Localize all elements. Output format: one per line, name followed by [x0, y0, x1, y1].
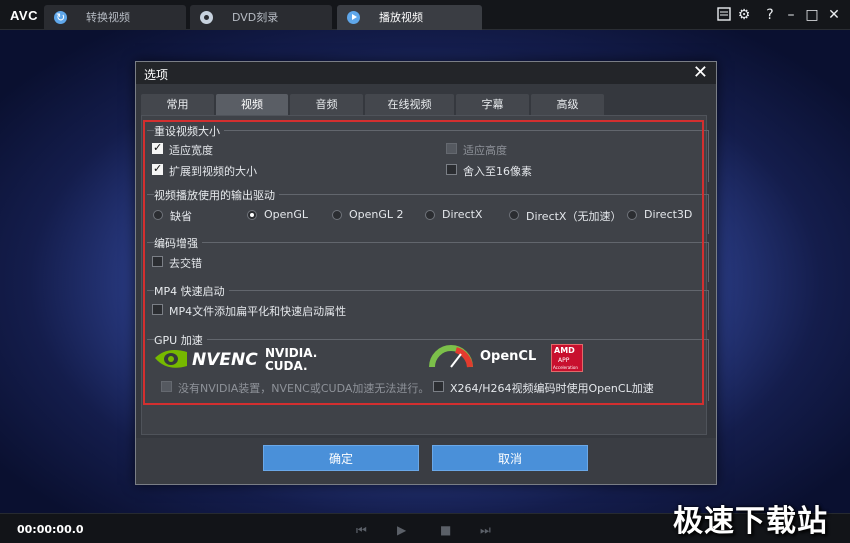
- prev-icon[interactable]: ⏮: [356, 523, 367, 538]
- disc-icon: [200, 11, 213, 24]
- minimize-icon[interactable]: –: [783, 7, 799, 23]
- play-icon[interactable]: ▶: [397, 523, 406, 537]
- tab-dvd-burn-label: DVD刻录: [232, 11, 279, 24]
- tab-convert-video-label: 转换视频: [86, 11, 130, 24]
- help-icon[interactable]: ?: [762, 7, 778, 23]
- tab-audio[interactable]: 音频: [290, 94, 363, 115]
- dialog-close-icon[interactable]: ✕: [693, 63, 708, 83]
- menu-icon[interactable]: [716, 7, 732, 23]
- play-icon: [347, 11, 360, 24]
- dialog-footer: [136, 438, 716, 484]
- stop-icon[interactable]: ■: [440, 523, 451, 537]
- tab-convert-video[interactable]: 转换视频: [44, 5, 186, 30]
- tab-play-video[interactable]: 播放视频: [337, 5, 482, 30]
- tab-online-video[interactable]: 在线视频: [365, 94, 454, 115]
- tab-subtitle[interactable]: 字幕: [456, 94, 529, 115]
- cancel-button[interactable]: 取消: [432, 445, 588, 471]
- options-dialog: 选项 ✕ 常用 视频 音频 在线视频 字幕 高级 重设视频大小 适应宽度 扩展到…: [135, 61, 717, 485]
- highlight-frame: [143, 120, 704, 405]
- playback-time: 00:00:00.0: [17, 523, 84, 536]
- watermark: 极速下载站: [673, 504, 828, 539]
- title-bar: AVC 转换视频 DVD刻录 播放视频 ⚙ ? – □ ✕: [0, 0, 850, 30]
- tab-video[interactable]: 视频: [216, 94, 288, 115]
- app-logo: AVC: [10, 8, 38, 23]
- tab-general[interactable]: 常用: [141, 94, 214, 115]
- dialog-title-bar: 选项 ✕: [136, 62, 716, 84]
- tab-play-video-label: 播放视频: [379, 11, 423, 24]
- maximize-icon[interactable]: □: [804, 7, 820, 23]
- convert-icon: [54, 5, 67, 30]
- tab-dvd-burn[interactable]: DVD刻录: [190, 5, 332, 30]
- ok-button[interactable]: 确定: [263, 445, 419, 471]
- tab-advanced[interactable]: 高级: [531, 94, 604, 115]
- dialog-title: 选项: [144, 68, 169, 82]
- gear-icon[interactable]: ⚙: [736, 7, 752, 23]
- next-icon[interactable]: ⏭: [480, 523, 491, 538]
- close-icon[interactable]: ✕: [826, 7, 842, 23]
